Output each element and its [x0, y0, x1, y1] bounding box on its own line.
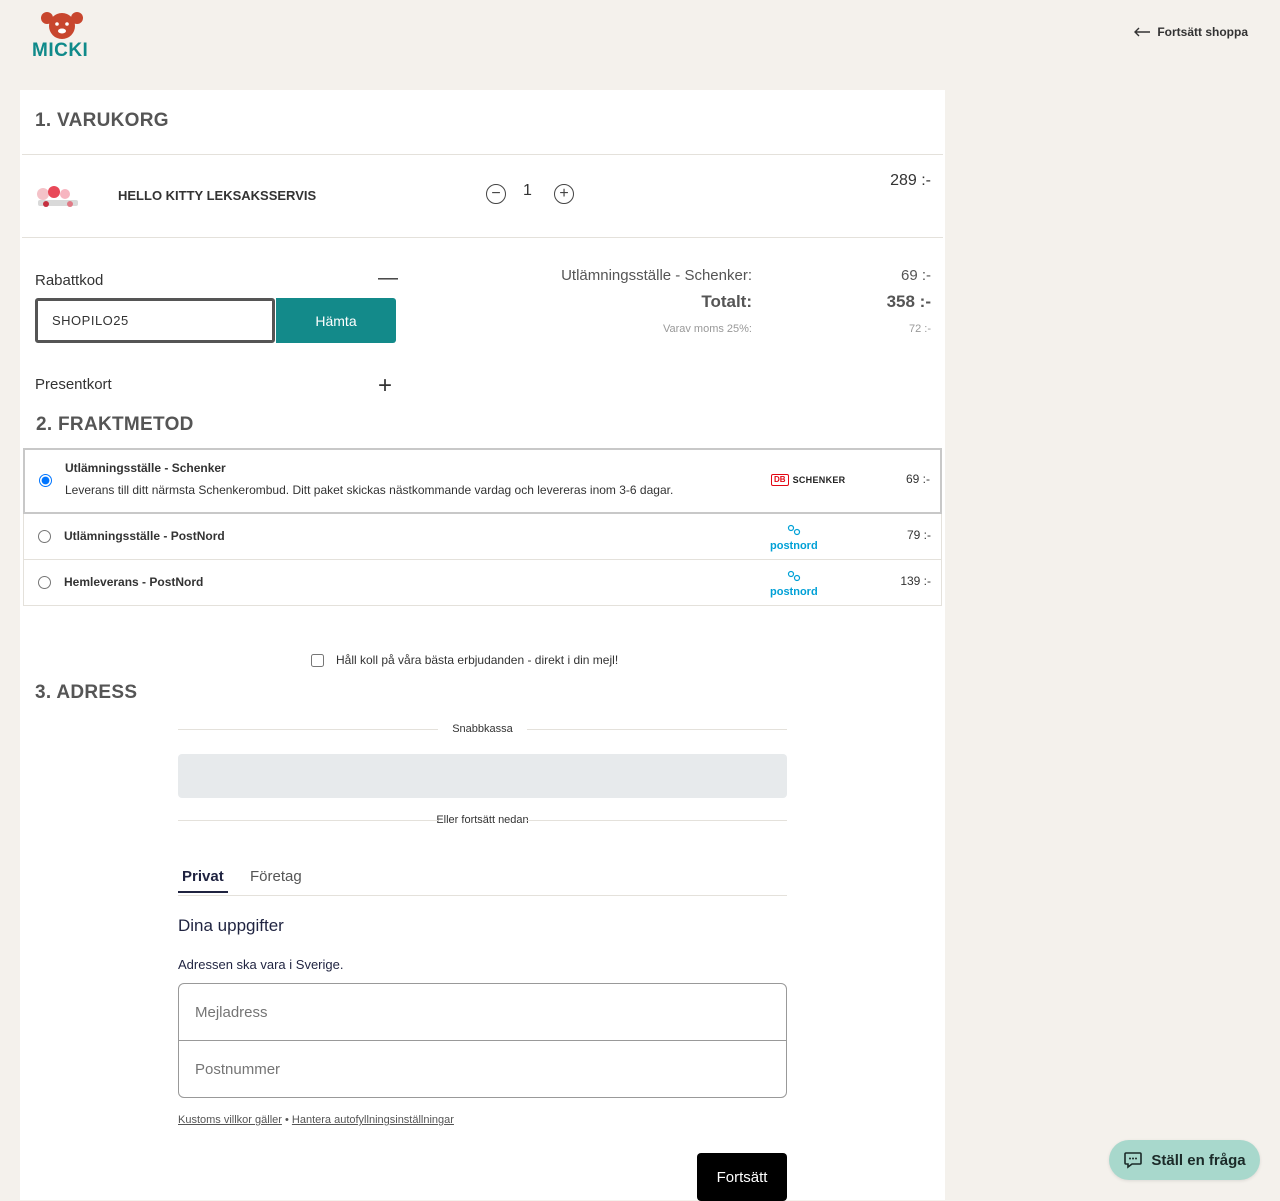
cart-title: 1. VARUKORG: [35, 110, 169, 131]
terms-link[interactable]: Kustoms villkor gäller: [178, 1114, 282, 1126]
collapse-discount-button[interactable]: —: [378, 268, 398, 288]
postnord-logo: postnord: [770, 570, 818, 600]
shipping-radio-schenker[interactable]: [39, 474, 52, 487]
total-label: Totalt:: [701, 292, 752, 311]
decrease-quantity-button[interactable]: −: [486, 184, 506, 204]
vat-label: Varav moms 25%:: [662, 323, 752, 335]
product-thumbnail[interactable]: [34, 184, 82, 212]
chat-bubble-icon: [1124, 1152, 1143, 1169]
fine-print: Kustoms villkor gäller • Hantera autofyl…: [178, 1114, 454, 1126]
contact-fields: [178, 983, 787, 1098]
newsletter-checkbox[interactable]: [311, 653, 324, 667]
minus-icon: −: [491, 185, 501, 202]
apply-discount-button[interactable]: Hämta: [276, 298, 396, 343]
vat-value: 72 :-: [908, 323, 931, 335]
tab-privat[interactable]: Privat: [178, 868, 228, 893]
or-continue-label: Eller fortsätt nedan: [436, 814, 529, 826]
logo-text: MICKI: [32, 40, 89, 61]
postnord-logo: postnord: [770, 524, 818, 554]
newsletter-label: Håll koll på våra bästa erbjudanden - di…: [336, 653, 619, 667]
shipping-option-price: 79 :-: [906, 528, 931, 542]
separator: •: [284, 1114, 289, 1126]
plus-icon: +: [378, 372, 393, 399]
toy-set-image-icon: [37, 186, 78, 207]
shipping-option-name: Utlämningsställe - Schenker: [65, 461, 226, 475]
shipping-radio-postnord-pickup[interactable]: [38, 530, 51, 543]
address-title: 3. ADRESS: [35, 682, 138, 703]
micki-logo[interactable]: MICKI: [32, 10, 94, 64]
shipping-option-schenker[interactable]: Utlämningsställe - Schenker Leverans til…: [23, 448, 942, 514]
fast-checkout-button[interactable]: [178, 754, 787, 798]
shipping-option-price: 139 :-: [900, 574, 931, 588]
chat-button[interactable]: Ställ en fråga: [1109, 1140, 1260, 1180]
tab-underline: [178, 895, 787, 896]
fast-checkout-label: Snabbkassa: [452, 723, 513, 735]
minus-icon: —: [378, 267, 398, 289]
expand-gift-card-button[interactable]: +: [378, 374, 392, 398]
shipping-option-postnord-home[interactable]: Hemleverans - PostNord postnord 139 :-: [23, 560, 942, 606]
shipping-option-price: 69 :-: [905, 472, 930, 486]
continue-shopping-link[interactable]: Fortsätt shoppa: [1133, 25, 1248, 39]
plus-icon: +: [559, 185, 569, 202]
continue-shopping-label: Fortsätt shoppa: [1157, 25, 1248, 39]
shipping-summary-label: Utlämningsställe - Schenker:: [561, 267, 752, 284]
tab-foretag[interactable]: Företag: [250, 868, 302, 885]
discount-label: Rabattkod: [35, 272, 104, 289]
autofill-settings-link[interactable]: Hantera autofyllningsinställningar: [292, 1114, 454, 1126]
bear-logo-icon: [41, 12, 83, 39]
product-name[interactable]: HELLO KITTY LEKSAKSSERVIS: [118, 188, 316, 203]
postnord-logo-icon: [787, 570, 800, 582]
postnord-logo-text: postnord: [770, 540, 818, 552]
product-price: 289 :-: [890, 172, 931, 189]
shipping-option-postnord-pickup[interactable]: Utlämningsställe - PostNord postnord 79 …: [23, 514, 942, 560]
db-logo-icon: DB: [771, 474, 789, 486]
details-title: Dina uppgifter: [178, 916, 284, 935]
continue-button[interactable]: Fortsätt: [697, 1153, 787, 1201]
discount-code-input[interactable]: [35, 298, 275, 343]
postnord-logo-icon: [787, 524, 800, 536]
shipping-radio-postnord-home[interactable]: [38, 576, 51, 589]
or-continue-divider: Eller fortsätt nedan: [178, 814, 787, 826]
increase-quantity-button[interactable]: +: [554, 184, 574, 204]
shipping-option-name: Hemleverans - PostNord: [64, 575, 204, 589]
divider: [22, 237, 943, 238]
shipping-title: 2. FRAKTMETOD: [36, 414, 194, 435]
zip-field[interactable]: [179, 1041, 786, 1097]
checkout-panel: 1. VARUKORG HELLO KITTY LEKSAKSSERVIS − …: [20, 90, 945, 1201]
fast-checkout-divider: Snabbkassa: [178, 723, 787, 735]
shipping-options: Utlämningsställe - Schenker Leverans til…: [23, 448, 942, 606]
email-field[interactable]: [179, 984, 786, 1041]
address-note: Adressen ska vara i Sverige.: [178, 957, 344, 972]
schenker-logo-text: SCHENKER: [792, 475, 846, 485]
shipping-summary-value: 69 :-: [900, 267, 931, 284]
arrow-left-icon: [1134, 27, 1151, 37]
total-value: 358 :-: [886, 292, 931, 311]
quantity-value: 1: [523, 182, 532, 199]
chat-label: Ställ en fråga: [1151, 1151, 1246, 1169]
gift-card-label[interactable]: Presentkort: [35, 376, 112, 393]
schenker-logo: DB SCHENKER: [771, 474, 845, 486]
newsletter-option[interactable]: Håll koll på våra bästa erbjudanden - di…: [311, 653, 618, 667]
shipping-option-description: Leverans till ditt närmsta Schenkerombud…: [65, 483, 674, 497]
divider: [22, 154, 943, 155]
postnord-logo-text: postnord: [770, 586, 818, 598]
shipping-option-name: Utlämningsställe - PostNord: [64, 529, 225, 543]
